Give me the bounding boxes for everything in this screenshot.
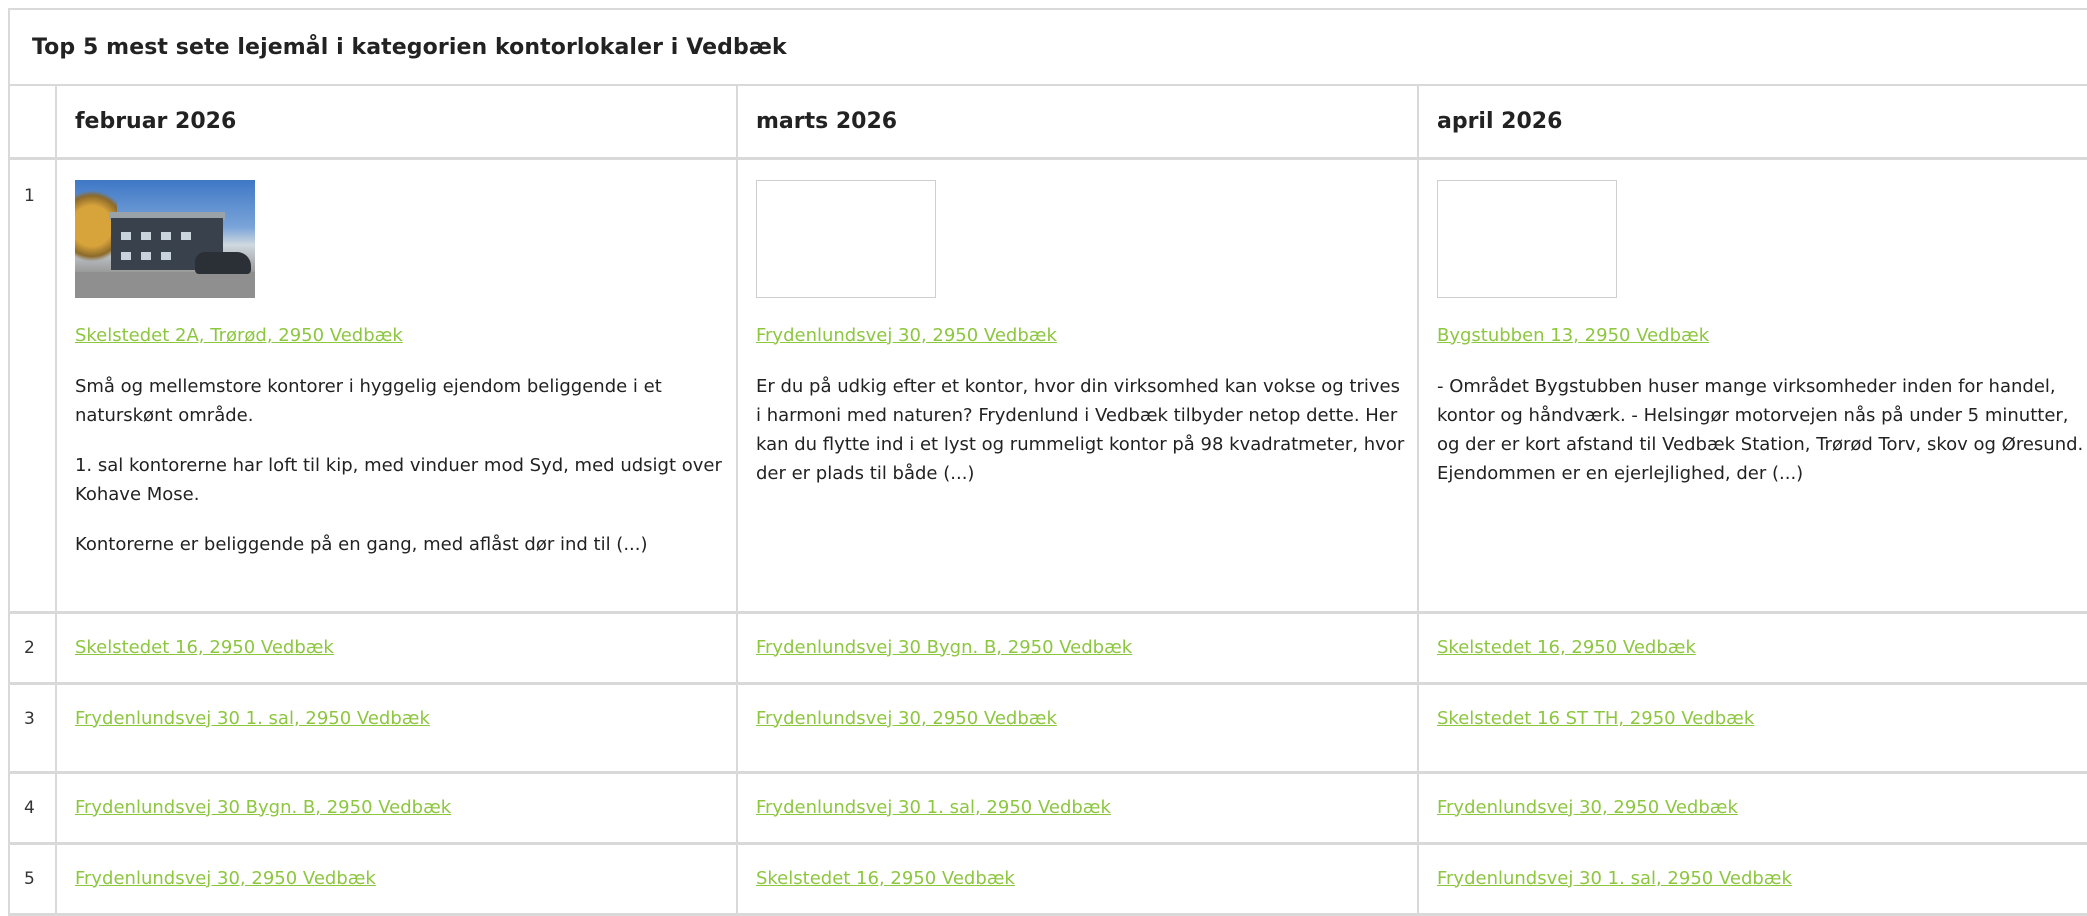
page-title: Top 5 mest sete lejemål i kategorien kon… — [32, 34, 787, 60]
rank-column-header — [10, 86, 57, 160]
listing-cell: Skelstedet 16, 2950 Vedbæk — [55, 612, 738, 685]
listing-address-link[interactable]: Skelstedet 16, 2950 Vedbæk — [75, 636, 334, 660]
rank-number: 3 — [10, 683, 57, 774]
listing-cell: Frydenlundsvej 30 Bygn. B, 2950 Vedbæk — [55, 772, 738, 845]
listing-address-link[interactable]: Skelstedet 16, 2950 Vedbæk — [1437, 636, 1696, 660]
panel-header: Top 5 mest sete lejemål i kategorien kon… — [10, 10, 2087, 86]
listing-address-link[interactable]: Frydenlundsvej 30, 2950 Vedbæk — [756, 324, 1057, 348]
description-paragraph: Små og mellemstore kontorer i hyggelig e… — [74, 375, 662, 426]
listing-cell: Frydenlundsvej 30 Bygn. B, 2950 Vedbæk — [736, 612, 1419, 685]
listing-description: Er du på udkig efter et kontor, hvor din… — [756, 372, 1407, 488]
month-header: marts 2026 — [736, 86, 1419, 160]
listing-cell: Frydenlundsvej 30 1. sal, 2950 Vedbæk — [55, 683, 738, 774]
listing-cell: Frydenlundsvej 30, 2950 Vedbæk — [1417, 772, 2087, 845]
listing-cell: Frydenlundsvej 30 1. sal, 2950 Vedbæk — [1417, 843, 2087, 916]
listing-cell: Skelstedet 16, 2950 Vedbæk — [1417, 612, 2087, 685]
listing-address-link[interactable]: Frydenlundsvej 30 1. sal, 2950 Vedbæk — [1437, 867, 1792, 891]
description-paragraph: Kontorerne er beliggende på en gang, med… — [74, 533, 648, 555]
rank-number: 4 — [10, 772, 57, 845]
month-header: februar 2026 — [55, 86, 738, 160]
listing-address-link[interactable]: Frydenlundsvej 30 Bygn. B, 2950 Vedbæk — [756, 636, 1132, 660]
table-row: 5 Frydenlundsvej 30, 2950 Vedbæk Skelste… — [10, 843, 2087, 916]
listing-address-link[interactable]: Skelstedet 16 ST TH, 2950 Vedbæk — [1437, 707, 1754, 731]
table-row: 2 Skelstedet 16, 2950 Vedbæk Frydenlunds… — [10, 612, 2087, 685]
table-row: 3 Frydenlundsvej 30 1. sal, 2950 Vedbæk … — [10, 683, 2087, 774]
listing-address-link[interactable]: Frydenlundsvej 30 1. sal, 2950 Vedbæk — [756, 796, 1111, 820]
rank-number: 1 — [10, 158, 57, 614]
listing-cell: Bygstubben 13, 2950 Vedbæk - Området Byg… — [1417, 158, 2087, 614]
description-paragraph: 1. sal kontorerne har loft til kip, med … — [74, 454, 722, 505]
description-paragraph: - Området Bygstubben huser mange virksom… — [1436, 375, 2087, 484]
top5-panel: Top 5 mest sete lejemål i kategorien kon… — [8, 8, 2087, 916]
ranking-table: februar 2026 marts 2026 april 2026 1 Ske… — [10, 86, 2087, 916]
listing-address-link[interactable]: Frydenlundsvej 30, 2950 Vedbæk — [756, 707, 1057, 731]
listing-description: - Området Bygstubben huser mange virksom… — [1437, 372, 2087, 488]
listing-address-link[interactable]: Skelstedet 2A, Trørød, 2950 Vedbæk — [75, 324, 403, 348]
listing-description: Små og mellemstore kontorer i hyggelig e… — [75, 372, 726, 559]
listing-cell: Skelstedet 2A, Trørød, 2950 Vedbæk Små o… — [55, 158, 738, 614]
listing-cell: Frydenlundsvej 30, 2950 Vedbæk Er du på … — [736, 158, 1419, 614]
listing-thumbnail[interactable] — [74, 179, 255, 298]
listing-address-link[interactable]: Frydenlundsvej 30, 2950 Vedbæk — [75, 867, 376, 891]
month-header: april 2026 — [1417, 86, 2087, 160]
listing-address-link[interactable]: Frydenlundsvej 30 1. sal, 2950 Vedbæk — [75, 707, 430, 731]
listing-cell: Frydenlundsvej 30, 2950 Vedbæk — [55, 843, 738, 916]
table-row: 4 Frydenlundsvej 30 Bygn. B, 2950 Vedbæk… — [10, 772, 2087, 845]
listing-thumbnail-placeholder[interactable] — [1436, 179, 1617, 298]
description-paragraph: Er du på udkig efter et kontor, hvor din… — [755, 375, 1405, 484]
listing-cell: Frydenlundsvej 30, 2950 Vedbæk — [736, 683, 1419, 774]
listing-address-link[interactable]: Frydenlundsvej 30 Bygn. B, 2950 Vedbæk — [75, 796, 451, 820]
listing-address-link[interactable]: Frydenlundsvej 30, 2950 Vedbæk — [1437, 796, 1738, 820]
listing-address-link[interactable]: Bygstubben 13, 2950 Vedbæk — [1437, 324, 1709, 348]
month-header-row: februar 2026 marts 2026 april 2026 — [10, 86, 2087, 160]
rank-number: 2 — [10, 612, 57, 685]
listing-cell: Frydenlundsvej 30 1. sal, 2950 Vedbæk — [736, 772, 1419, 845]
table-row: 1 Skelstedet 2A, Trørød, 2950 Vedbæk Små… — [10, 158, 2087, 614]
listing-cell: Skelstedet 16 ST TH, 2950 Vedbæk — [1417, 683, 2087, 774]
listing-address-link[interactable]: Skelstedet 16, 2950 Vedbæk — [756, 867, 1015, 891]
listing-cell: Skelstedet 16, 2950 Vedbæk — [736, 843, 1419, 916]
rank-number: 5 — [10, 843, 57, 916]
listing-thumbnail-placeholder[interactable] — [755, 179, 936, 298]
